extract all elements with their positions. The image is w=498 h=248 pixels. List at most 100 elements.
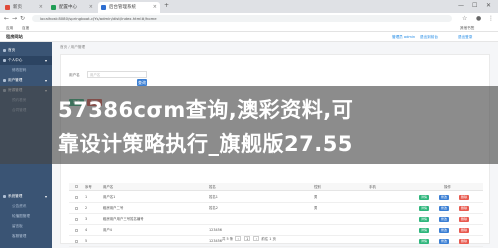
sidebar-item-service[interactable]: 客服管理 [0,232,52,241]
detail-button[interactable]: 详情 [419,239,430,244]
search-button[interactable]: 查询 [137,79,147,86]
row-checkbox[interactable] [75,196,78,199]
row-checkbox[interactable] [75,207,78,210]
pagination: 共 5 条 ‹ 1 › 前往 1 页 [222,236,276,241]
star-icon[interactable]: ☆ [462,14,467,23]
col-no: 序号 [85,185,92,189]
col-username: 用户名 [103,185,114,189]
sidebar-item-system[interactable]: 系统管理 ▾ [0,192,52,201]
detail-button[interactable]: 详情 [419,206,430,211]
next-page-icon[interactable]: › [253,236,260,241]
cell-no: 1 [85,195,88,199]
reload-icon[interactable]: ↻ [20,14,25,23]
edit-button[interactable]: 修改 [439,217,450,222]
chevron-down-icon: ▾ [44,78,47,83]
sidebar-item-password[interactable]: 修改密码 [0,66,52,75]
account-icon[interactable]: ● [476,14,481,23]
bookmarks-bar: 应用 百度 其他书签 [0,24,498,32]
prev-page-icon[interactable]: ‹ [235,236,242,241]
cell-no: 5 [85,239,88,243]
menu-icon[interactable]: ⋮ [488,14,494,23]
cell-name: 姓名1 [209,195,218,199]
sidebar-item-profile[interactable]: 个人中心 ▾ [0,56,52,65]
app-title: 租房网站 [6,34,23,39]
col-actions: 操作 [444,185,451,189]
app-header: 租房网站 管理员 admin 退出到前台 退出登录 [0,32,498,42]
col-gender: 性别 [314,185,321,189]
col-name: 姓名 [209,185,216,189]
back-icon[interactable]: ← [4,14,9,23]
edit-button[interactable]: 修改 [439,195,450,200]
row-delete-button[interactable]: 删除 [459,217,470,222]
row-checkbox[interactable] [75,240,78,243]
forward-icon[interactable]: → [12,14,17,23]
row-delete-button[interactable]: 删除 [459,228,470,233]
edit-button[interactable]: 修改 [439,206,450,211]
address-bar: ← → ↻ localhost:8080/springboot-cJYs/adm… [0,13,498,24]
bookmark-other[interactable]: 其他书签 [460,25,474,31]
home-icon [3,49,6,52]
table-row: 1 用户名1 姓名1 男 详情 修改 删除 [69,192,483,203]
cell-name: 123456 [209,228,222,232]
logout-link[interactable]: 退出登录 [458,32,472,42]
cell-gender: 男 [314,206,318,210]
row-checkbox[interactable] [75,218,78,221]
banner-line-1: 57386cσm查询,澳彩资料,可 [58,98,354,122]
sidebar-item-label: 首页 [8,48,16,52]
row-delete-button[interactable]: 删除 [459,206,470,211]
bookmark-baidu[interactable]: 百度 [22,25,29,31]
close-icon[interactable]: × [89,2,93,13]
cell-name: 姓名2 [209,206,218,210]
sidebar-item-messages[interactable]: 留言板 [0,222,52,231]
sidebar-item-news[interactable]: 公告资讯 [0,202,52,211]
sidebar-item-label: 个人中心 [8,58,23,62]
sidebar-item-label: 客服管理 [12,234,27,238]
sidebar-item-home[interactable]: 首页 [0,46,52,55]
close-icon[interactable]: × [153,2,157,13]
maximize-icon[interactable]: ☐ [472,0,477,12]
cell-no: 4 [85,228,88,232]
gear-icon [3,195,6,198]
sidebar-item-users[interactable]: 用户管理 ▾ [0,76,52,85]
tab-new[interactable]: 新页 × [2,2,46,13]
cell-username: 租房用户二号 [103,206,124,210]
window-close-icon[interactable]: ✕ [486,0,491,12]
minimize-icon[interactable]: — [458,0,464,12]
row-checkbox[interactable] [75,229,78,232]
cell-gender: 男 [314,195,318,199]
detail-button[interactable]: 详情 [419,217,430,222]
banner-line-2: 靠设计策略执行_旗舰版27.55 [58,132,353,156]
username-search-input[interactable]: 用户名 [87,71,147,78]
tab-label: 后台管理系统 [109,5,136,10]
edit-button[interactable]: 修改 [439,239,450,244]
chevron-down-icon: ▾ [44,194,47,199]
browser-window: 新页 × 配置中心 × 后台管理系统 × + — ☐ ✕ ← → ↻ local… [0,0,498,248]
detail-button[interactable]: 详情 [419,195,430,200]
detail-button[interactable]: 详情 [419,228,430,233]
sidebar-item-label: 修改密码 [12,68,27,72]
tab-admin[interactable]: 后台管理系统 × [98,2,160,13]
chevron-down-icon: ▾ [44,58,47,63]
filter-label: 用户名 [69,73,80,77]
select-all-checkbox[interactable] [75,185,78,188]
to-front-link[interactable]: 退出到前台 [420,32,438,42]
tab-favicon-icon [51,5,56,10]
breadcrumb: 首页 / 用户管理 [60,45,86,49]
user-icon [3,59,6,62]
close-icon[interactable]: × [39,2,43,13]
bookmark-apps[interactable]: 应用 [6,25,13,31]
new-tab-icon[interactable]: + [164,0,169,12]
row-delete-button[interactable]: 删除 [459,239,470,244]
sidebar-item-carousel[interactable]: 轮播图管理 [0,212,52,221]
page-number[interactable]: 1 [244,236,251,241]
pager-goto[interactable]: 前往 1 页 [261,237,276,241]
tab-config[interactable]: 配置中心 × [48,2,96,13]
admin-link[interactable]: 管理员 admin [392,32,415,42]
cell-name: 123456 [209,239,222,243]
url-input[interactable]: localhost:8080/springboot-cJYs/admin/dis… [32,15,452,22]
table-row: 2 租房用户二号 姓名2 男 详情 修改 删除 [69,203,483,214]
pager-total: 共 5 条 [222,237,234,241]
row-delete-button[interactable]: 删除 [459,195,470,200]
edit-button[interactable]: 修改 [439,228,450,233]
cell-no: 2 [85,206,88,210]
